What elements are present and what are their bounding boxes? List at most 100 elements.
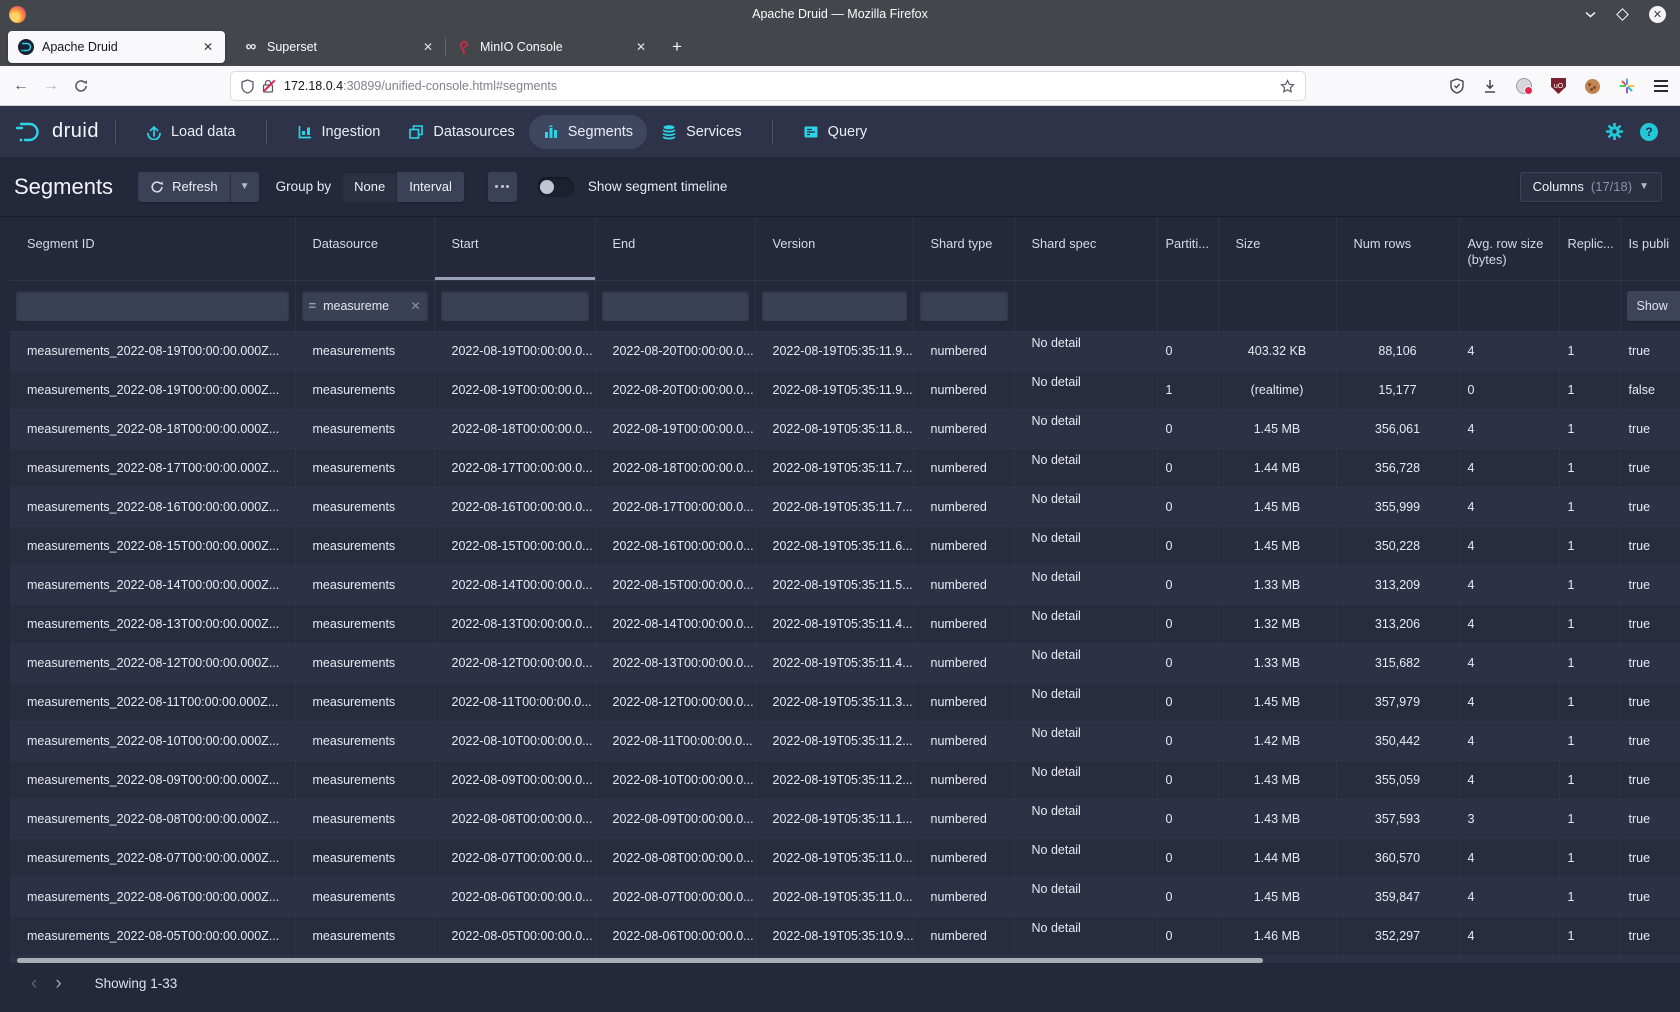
refresh-dropdown-button[interactable]: ▼ — [230, 172, 259, 202]
datasource-filter-chip[interactable]: =measureme✕ — [302, 291, 428, 321]
clear-filter-icon[interactable]: ✕ — [410, 299, 420, 313]
table-row[interactable]: measurements_2022-08-08T00:00:00.000Z...… — [10, 799, 1680, 838]
downloads-icon[interactable] — [1483, 79, 1497, 94]
cell-replication: 1 — [1559, 721, 1620, 760]
columns-button[interactable]: Columns (17/18) ▼ — [1520, 172, 1662, 202]
insecure-lock-icon[interactable] — [262, 79, 276, 93]
nav-item-load-data[interactable]: Load data — [132, 115, 250, 149]
superset-favicon-icon: ∞ — [243, 39, 259, 55]
table-row[interactable]: measurements_2022-08-19T00:00:00.000Z...… — [10, 370, 1680, 409]
cell-num_rows: 352,297 — [1336, 916, 1459, 955]
tab-superset[interactable]: ∞ Superset ✕ — [233, 31, 445, 63]
protections-shield-icon[interactable] — [1450, 78, 1464, 94]
table-row[interactable]: measurements_2022-08-16T00:00:00.000Z...… — [10, 487, 1680, 526]
column-header-size[interactable]: Size — [1218, 217, 1336, 280]
forward-button[interactable]: → — [36, 77, 66, 95]
column-header-is_published[interactable]: Is publi — [1620, 217, 1680, 280]
table-row[interactable]: measurements_2022-08-07T00:00:00.000Z...… — [10, 838, 1680, 877]
cell-start: 2022-08-14T00:00:00.0... — [434, 565, 595, 604]
close-button[interactable]: ✕ — [1649, 6, 1666, 23]
nav-item-query[interactable]: Query — [789, 115, 882, 149]
multi-account-containers-icon[interactable] — [1619, 78, 1635, 94]
settings-gear-icon[interactable] — [1605, 122, 1624, 141]
group-by-none-button[interactable]: None — [342, 172, 397, 202]
id-filter-input[interactable] — [16, 291, 289, 321]
nav-item-segments[interactable]: Segments — [529, 115, 647, 149]
column-header-num_rows[interactable]: Num rows — [1336, 217, 1459, 280]
column-header-shard_type[interactable]: Shard type — [913, 217, 1014, 280]
column-header-start[interactable]: Start — [434, 217, 595, 280]
start-filter-input[interactable] — [441, 291, 589, 321]
segment-timeline-label: Show segment timeline — [588, 179, 728, 194]
column-header-replication[interactable]: Replic... — [1559, 217, 1620, 280]
segments-icon — [543, 124, 559, 140]
column-header-datasource[interactable]: Datasource — [295, 217, 434, 280]
table-row[interactable]: measurements_2022-08-18T00:00:00.000Z...… — [10, 409, 1680, 448]
help-icon[interactable]: ? — [1640, 123, 1658, 141]
filter-chip-value: measureme — [323, 299, 403, 313]
table-row[interactable]: measurements_2022-08-10T00:00:00.000Z...… — [10, 721, 1680, 760]
table-row[interactable]: measurements_2022-08-14T00:00:00.000Z...… — [10, 565, 1680, 604]
table-row[interactable]: measurements_2022-08-17T00:00:00.000Z...… — [10, 448, 1680, 487]
table-row[interactable]: measurements_2022-08-12T00:00:00.000Z...… — [10, 643, 1680, 682]
cell-partition: 0 — [1157, 838, 1218, 877]
column-header-shard_spec[interactable]: Shard spec — [1014, 217, 1157, 280]
table-row[interactable]: measurements_2022-08-19T00:00:00.000Z...… — [10, 331, 1680, 370]
tab-apache-druid[interactable]: Apache Druid ✕ — [8, 31, 225, 63]
table-row[interactable]: measurements_2022-08-11T00:00:00.000Z...… — [10, 682, 1680, 721]
is-published-filter-button[interactable]: Show — [1627, 291, 1680, 321]
nav-item-ingestion[interactable]: Ingestion — [283, 115, 395, 149]
shard_type-filter-input[interactable] — [920, 291, 1008, 321]
cell-version: 2022-08-19T05:35:10.9... — [755, 916, 913, 955]
cell-start: 2022-08-09T00:00:00.0... — [434, 760, 595, 799]
druid-brand[interactable]: druid — [14, 120, 99, 143]
column-header-partition[interactable]: Partiti... — [1157, 217, 1218, 280]
cell-shard_spec: No detail — [1014, 409, 1157, 448]
more-options-button[interactable] — [488, 172, 517, 202]
cell-is_published: true — [1620, 916, 1680, 955]
table-row[interactable]: measurements_2022-08-05T00:00:00.000Z...… — [10, 916, 1680, 955]
tab-strip: Apache Druid ✕ ∞ Superset ✕ MinIO Consol… — [0, 28, 1680, 66]
cell-end: 2022-08-09T00:00:00.0... — [595, 799, 755, 838]
bookmark-star-icon[interactable] — [1280, 79, 1295, 94]
nav-item-services[interactable]: Services — [647, 115, 756, 149]
refresh-button[interactable]: Refresh — [138, 172, 230, 202]
tab-close-icon[interactable]: ✕ — [421, 40, 435, 54]
cell-end: 2022-08-12T00:00:00.0... — [595, 682, 755, 721]
menu-icon[interactable] — [1654, 80, 1668, 91]
group-by-interval-button[interactable]: Interval — [397, 172, 464, 202]
column-header-avg_row_size[interactable]: Avg. row size (bytes) — [1459, 217, 1559, 280]
cell-replication: 1 — [1559, 409, 1620, 448]
refresh-label: Refresh — [172, 179, 218, 194]
table-row[interactable]: measurements_2022-08-09T00:00:00.000Z...… — [10, 760, 1680, 799]
horizontal-scrollbar[interactable] — [17, 958, 1263, 963]
table-row[interactable]: measurements_2022-08-06T00:00:00.000Z...… — [10, 877, 1680, 916]
end-filter-input[interactable] — [602, 291, 749, 321]
cell-shard_type: numbered — [913, 565, 1014, 604]
version-filter-input[interactable] — [762, 291, 907, 321]
maximize-button[interactable] — [1618, 10, 1627, 19]
table-row[interactable]: measurements_2022-08-15T00:00:00.000Z...… — [10, 526, 1680, 565]
cookie-extension-icon[interactable] — [1585, 79, 1600, 94]
url-path: :30899/unified-console.html#segments — [343, 79, 557, 93]
reload-button[interactable] — [66, 79, 96, 93]
url-bar[interactable]: 172.18.0.4:30899/unified-console.html#se… — [231, 72, 1305, 100]
table-row[interactable]: measurements_2022-08-13T00:00:00.000Z...… — [10, 604, 1680, 643]
nav-item-datasources[interactable]: Datasources — [394, 115, 528, 149]
datasources-icon — [408, 124, 424, 140]
extension-icon[interactable] — [1516, 78, 1532, 94]
tab-close-icon[interactable]: ✕ — [634, 40, 648, 54]
column-header-end[interactable]: End — [595, 217, 755, 280]
tab-minio-console[interactable]: MinIO Console ✕ — [446, 31, 658, 63]
segment-timeline-toggle[interactable] — [537, 177, 574, 197]
ublock-origin-icon[interactable]: uO — [1551, 78, 1566, 94]
back-button[interactable]: ← — [6, 77, 36, 95]
minimize-button[interactable] — [1585, 11, 1596, 18]
new-tab-button[interactable]: + — [658, 37, 696, 57]
column-header-id[interactable]: Segment ID — [10, 217, 295, 280]
tracking-shield-icon[interactable] — [241, 79, 254, 94]
column-header-version[interactable]: Version — [755, 217, 913, 280]
tab-close-icon[interactable]: ✕ — [201, 40, 215, 54]
next-page-button[interactable]: › — [46, 974, 70, 994]
previous-page-button[interactable]: ‹ — [22, 974, 46, 994]
